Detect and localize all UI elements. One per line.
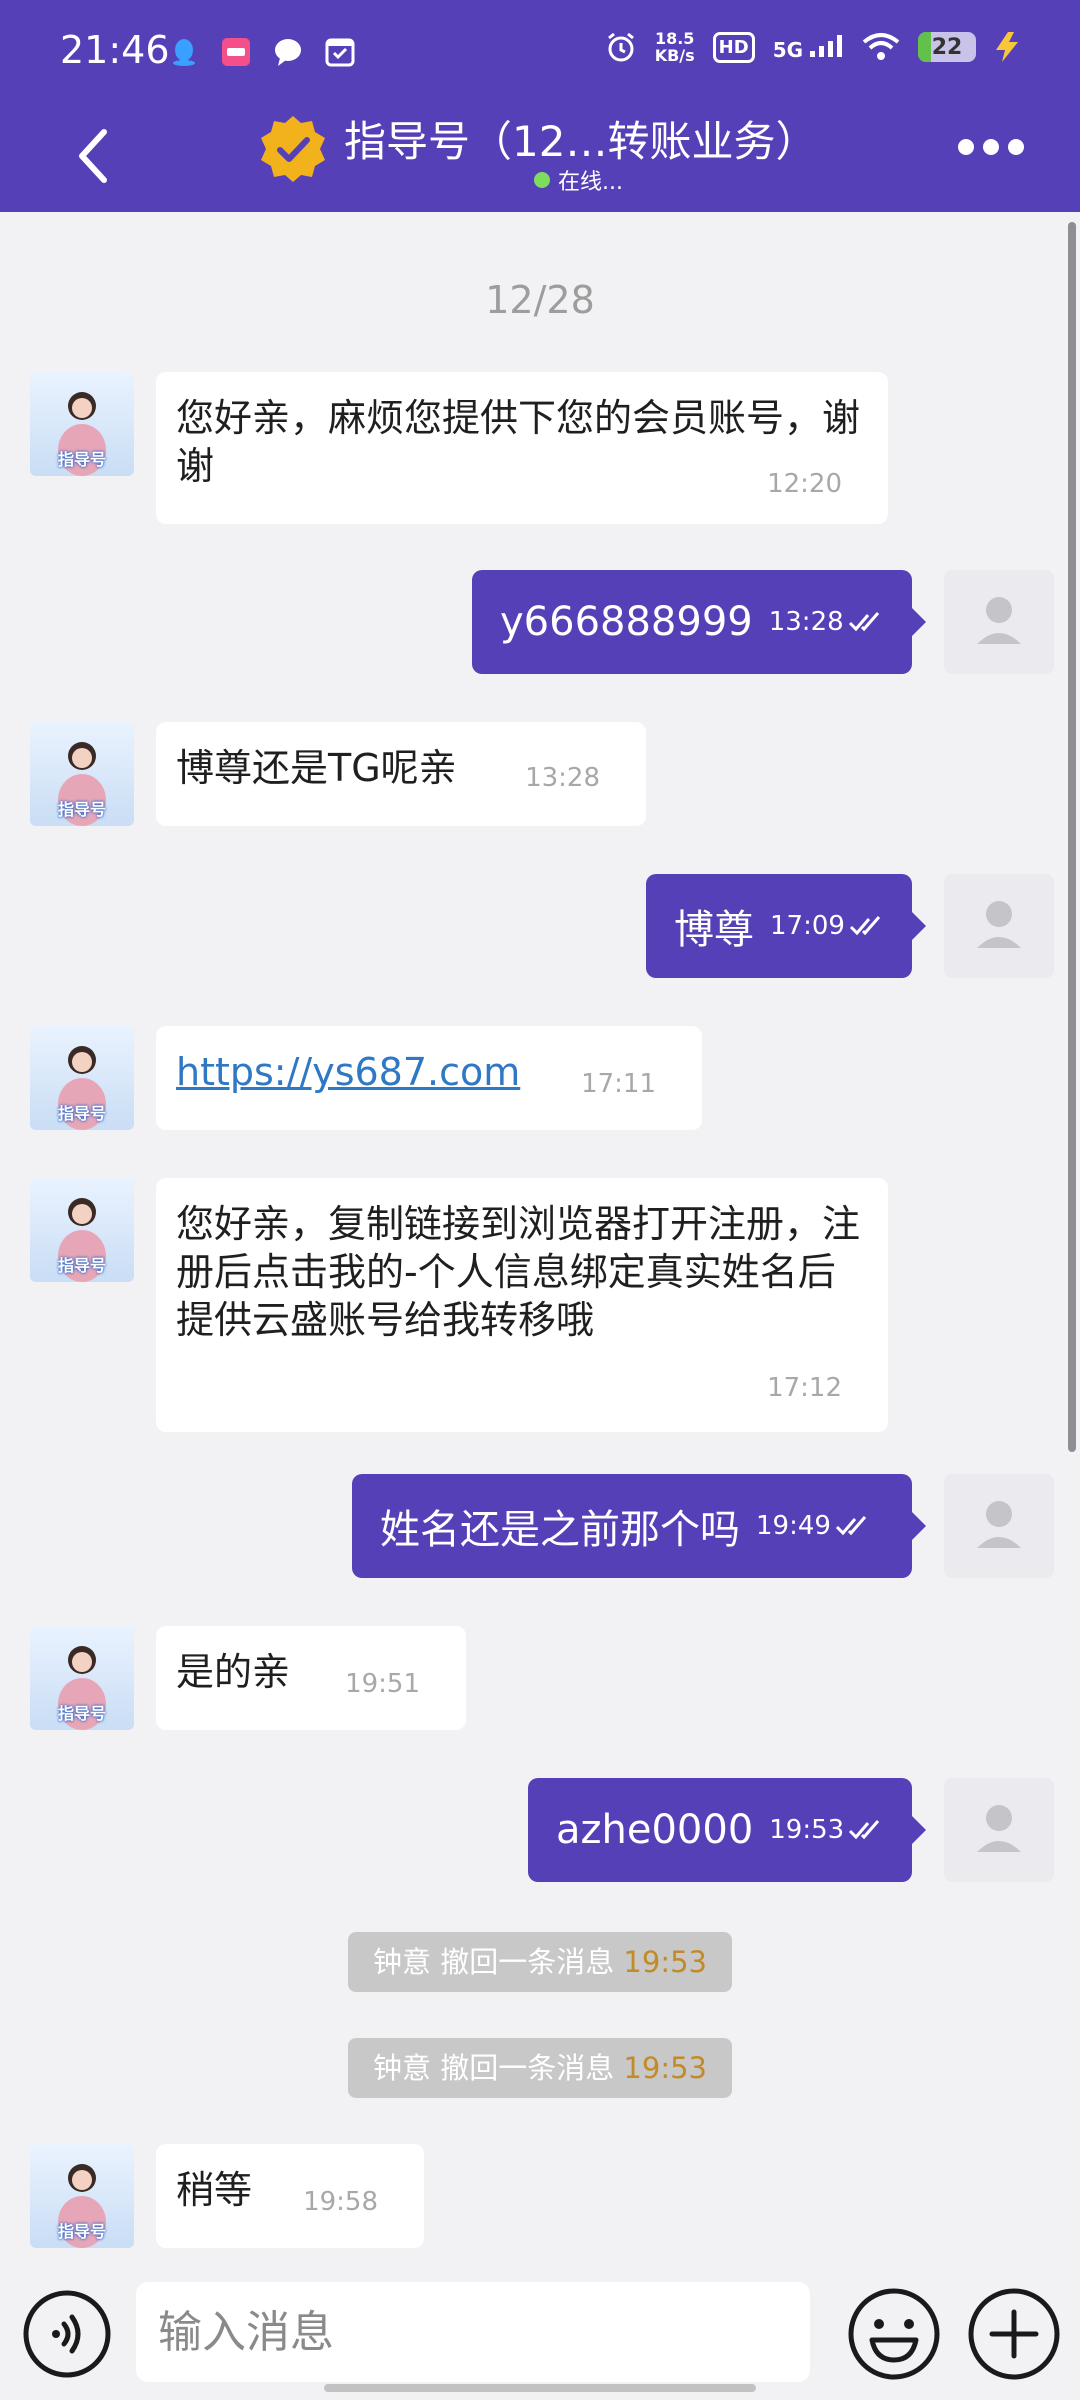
date-separator: 12/28 <box>485 278 595 322</box>
bot-avatar[interactable]: 指导号 <box>30 1178 134 1282</box>
add-attachment-icon[interactable] <box>966 2286 1062 2382</box>
chat-header: 21:46 18.5 KB/s HD 5G 22 指导号（12…转账业务） 在线… <box>0 0 1080 212</box>
bot-avatar[interactable]: 指导号 <box>30 1626 134 1730</box>
calendar-check-icon <box>325 38 355 67</box>
message-bubble-outgoing[interactable]: 博尊 17:09 <box>646 874 926 978</box>
online-dot-icon <box>534 172 550 188</box>
message-bubble-incoming[interactable]: 博尊还是TG呢亲 13:28 <box>156 722 646 826</box>
status-bar: 21:46 18.5 KB/s HD 5G 22 <box>0 0 1080 106</box>
message-time: 19:51 <box>345 1669 420 1699</box>
battery-indicator: 22 <box>918 32 976 62</box>
emoji-icon[interactable] <box>846 2286 942 2382</box>
app-badge-icon <box>222 38 250 66</box>
message-time: 17:11 <box>581 1069 656 1099</box>
user-avatar[interactable] <box>944 1778 1054 1882</box>
nav-bar: 指导号（12…转账业务） 在线... <box>0 106 1080 212</box>
network-speed: 18.5 KB/s <box>654 29 695 65</box>
scrollbar[interactable] <box>1068 222 1076 1452</box>
message-time: 19:53 <box>769 1815 845 1845</box>
message-list[interactable]: 12/28 指导号 您好亲，麻烦您提供下您的会员账号，谢谢 12:20 y666… <box>0 212 1080 2262</box>
wifi-icon <box>862 33 900 60</box>
bot-avatar[interactable]: 指导号 <box>30 2144 134 2248</box>
recall-notice: 钟意 撤回一条消息 19:53 <box>348 1932 732 1992</box>
system-indicators: 18.5 KB/s HD 5G 22 <box>605 30 1020 64</box>
read-receipt-icon <box>848 612 879 632</box>
alarm-icon <box>607 32 634 62</box>
read-receipt-icon <box>835 1516 867 1536</box>
chat-title: 指导号（12…转账业务） <box>344 117 818 166</box>
network-type: 5G <box>773 34 844 60</box>
message-bubble-outgoing[interactable]: 姓名还是之前那个吗 19:49 <box>352 1474 926 1578</box>
message-time: 13:28 <box>525 763 600 793</box>
message-icon <box>275 39 301 66</box>
read-receipt-icon <box>849 916 881 936</box>
back-arrow-icon[interactable] <box>66 116 126 196</box>
bot-avatar[interactable]: 指导号 <box>30 722 134 826</box>
message-time: 19:49 <box>756 1511 831 1541</box>
message-bubble-incoming[interactable]: 您好亲，复制链接到浏览器打开注册，注册后点击我的-个人信息绑定真实姓名后提供云盛… <box>156 1178 888 1432</box>
home-indicator[interactable] <box>324 2384 756 2392</box>
message-bubble-incoming[interactable]: 您好亲，麻烦您提供下您的会员账号，谢谢 12:20 <box>156 372 888 524</box>
qq-icon <box>173 39 195 66</box>
read-receipt-icon <box>849 1820 880 1840</box>
user-avatar[interactable] <box>944 570 1054 674</box>
more-options-icon[interactable] <box>958 132 1024 162</box>
message-bubble-outgoing[interactable]: y666888999 13:28 <box>472 570 926 674</box>
notification-icons <box>168 36 356 68</box>
input-bar <box>0 2262 1080 2400</box>
message-time: 19:58 <box>303 2187 378 2217</box>
signal-icon <box>810 34 842 57</box>
message-time: 13:28 <box>768 607 844 637</box>
user-silhouette-icon <box>977 597 1021 644</box>
bot-avatar[interactable]: 指导号 <box>30 1026 134 1130</box>
message-time: 12:20 <box>767 469 842 499</box>
charging-icon <box>996 32 1018 62</box>
user-avatar[interactable] <box>944 874 1054 978</box>
recall-notice: 钟意 撤回一条消息 19:53 <box>348 2038 732 2098</box>
message-bubble-incoming[interactable]: 是的亲 19:51 <box>156 1626 466 1730</box>
hd-badge: HD <box>712 31 755 63</box>
message-input[interactable] <box>136 2282 810 2382</box>
online-status: 在线... <box>534 164 623 196</box>
message-link[interactable]: https://ys687.com <box>176 1050 520 1094</box>
message-bubble-incoming[interactable]: 稍等 19:58 <box>156 2144 424 2248</box>
message-bubble-incoming[interactable]: https://ys687.com 17:11 <box>156 1026 702 1130</box>
verified-badge-icon <box>261 116 325 182</box>
status-time: 21:46 <box>60 28 170 72</box>
voice-input-icon[interactable] <box>22 2289 112 2379</box>
bot-avatar[interactable]: 指导号 <box>30 372 134 476</box>
message-bubble-outgoing[interactable]: azhe0000 19:53 <box>528 1778 926 1882</box>
message-time: 17:09 <box>770 911 845 941</box>
user-avatar[interactable] <box>944 1474 1054 1578</box>
message-time: 17:12 <box>767 1373 842 1403</box>
